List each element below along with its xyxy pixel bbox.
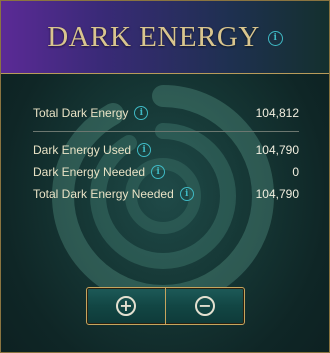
total-dark-energy-value: 104,812 bbox=[255, 106, 299, 120]
info-icon[interactable]: i bbox=[179, 187, 194, 201]
dark-energy-used-row: Dark Energy Used i 104,790 bbox=[33, 141, 299, 159]
dark-energy-used-label: Dark Energy Used bbox=[33, 143, 132, 157]
total-dark-energy-needed-value: 104,790 bbox=[255, 187, 299, 201]
info-icon[interactable]: i bbox=[134, 106, 149, 120]
info-icon[interactable]: i bbox=[267, 30, 283, 46]
total-dark-energy-label: Total Dark Energy bbox=[33, 106, 129, 120]
minus-circle-icon: − bbox=[195, 296, 215, 316]
adjust-button-group: + − bbox=[86, 287, 245, 325]
dark-energy-needed-row: Dark Energy Needed i 0 bbox=[33, 163, 299, 181]
dark-energy-panel: DARK ENERGY i Total Dark Energy i 104,81… bbox=[0, 0, 330, 353]
total-dark-energy-needed-label-group: Total Dark Energy Needed i bbox=[33, 187, 194, 201]
total-dark-energy-row: Total Dark Energy i 104,812 bbox=[33, 104, 299, 122]
info-icon[interactable]: i bbox=[151, 165, 166, 179]
plus-circle-icon: + bbox=[116, 296, 136, 316]
panel-header: DARK ENERGY i bbox=[1, 1, 329, 74]
dark-energy-used-label-group: Dark Energy Used i bbox=[33, 143, 152, 157]
total-dark-energy-label-group: Total Dark Energy i bbox=[33, 106, 149, 120]
dark-energy-needed-value: 0 bbox=[292, 165, 299, 179]
total-dark-energy-needed-label: Total Dark Energy Needed bbox=[33, 187, 174, 201]
panel-title: DARK ENERGY bbox=[47, 20, 260, 53]
dark-energy-used-value: 104,790 bbox=[255, 143, 299, 157]
dark-energy-needed-label-group: Dark Energy Needed i bbox=[33, 165, 166, 179]
dark-energy-needed-label: Dark Energy Needed bbox=[33, 165, 146, 179]
total-dark-energy-needed-row: Total Dark Energy Needed i 104,790 bbox=[33, 185, 299, 203]
stats-divider bbox=[33, 131, 299, 132]
info-icon[interactable]: i bbox=[137, 143, 152, 157]
decrease-button[interactable]: − bbox=[165, 288, 244, 324]
increase-button[interactable]: + bbox=[87, 288, 165, 324]
